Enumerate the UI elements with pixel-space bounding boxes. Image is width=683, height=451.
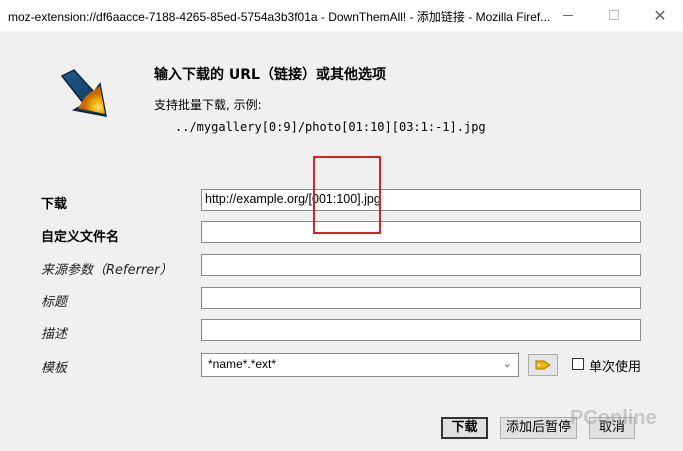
minimize-icon [563,14,573,16]
tag-button[interactable] [528,354,558,376]
batch-hint: 支持批量下载, 示例: [154,98,262,112]
maximize-button[interactable] [591,0,637,30]
batch-example: ../mygallery[0:9]/photo[01:10][03:1:-1].… [175,120,486,134]
single-use-checkbox[interactable] [572,358,584,370]
title-bar: moz-extension://df6aacce-7188-4265-85ed-… [0,0,683,32]
dialog-heading: 输入下载的 URL（链接）或其他选项 [154,67,386,83]
title-input[interactable] [201,287,641,309]
download-url-input[interactable]: http://example.org/[001:100].jpg [201,189,641,211]
download-label: 下载 [41,197,68,212]
dialog-content: 输入下载的 URL（链接）或其他选项 支持批量下载, 示例: ../mygall… [0,32,683,451]
custom-filename-input[interactable] [201,221,641,243]
chevron-down-icon: ⌄ [502,358,512,370]
download-button[interactable]: 下载 [441,417,488,439]
referrer-label: 来源参数（Referrer） [41,263,173,278]
downthemall-arrow-icon [60,69,107,117]
custom-filename-label: 自定义文件名 [41,230,120,245]
referrer-input[interactable] [201,254,641,276]
template-value: *name*.*ext* [208,357,277,371]
maximize-icon [609,10,619,20]
description-label: 描述 [41,327,68,342]
add-paused-button[interactable]: 添加后暂停 [500,417,577,439]
watermark: PConline [570,407,657,429]
single-use-label[interactable]: 单次使用 [589,356,641,375]
template-select[interactable]: *name*.*ext* ⌄ [201,353,519,377]
tag-icon [535,360,551,370]
description-input[interactable] [201,319,641,341]
close-button[interactable]: ✕ [637,0,683,30]
title-label: 标题 [41,295,68,310]
close-icon: ✕ [653,5,667,25]
window-title: moz-extension://df6aacce-7188-4265-85ed-… [8,10,551,24]
template-label: 模板 [41,361,68,376]
minimize-button[interactable] [545,0,591,30]
